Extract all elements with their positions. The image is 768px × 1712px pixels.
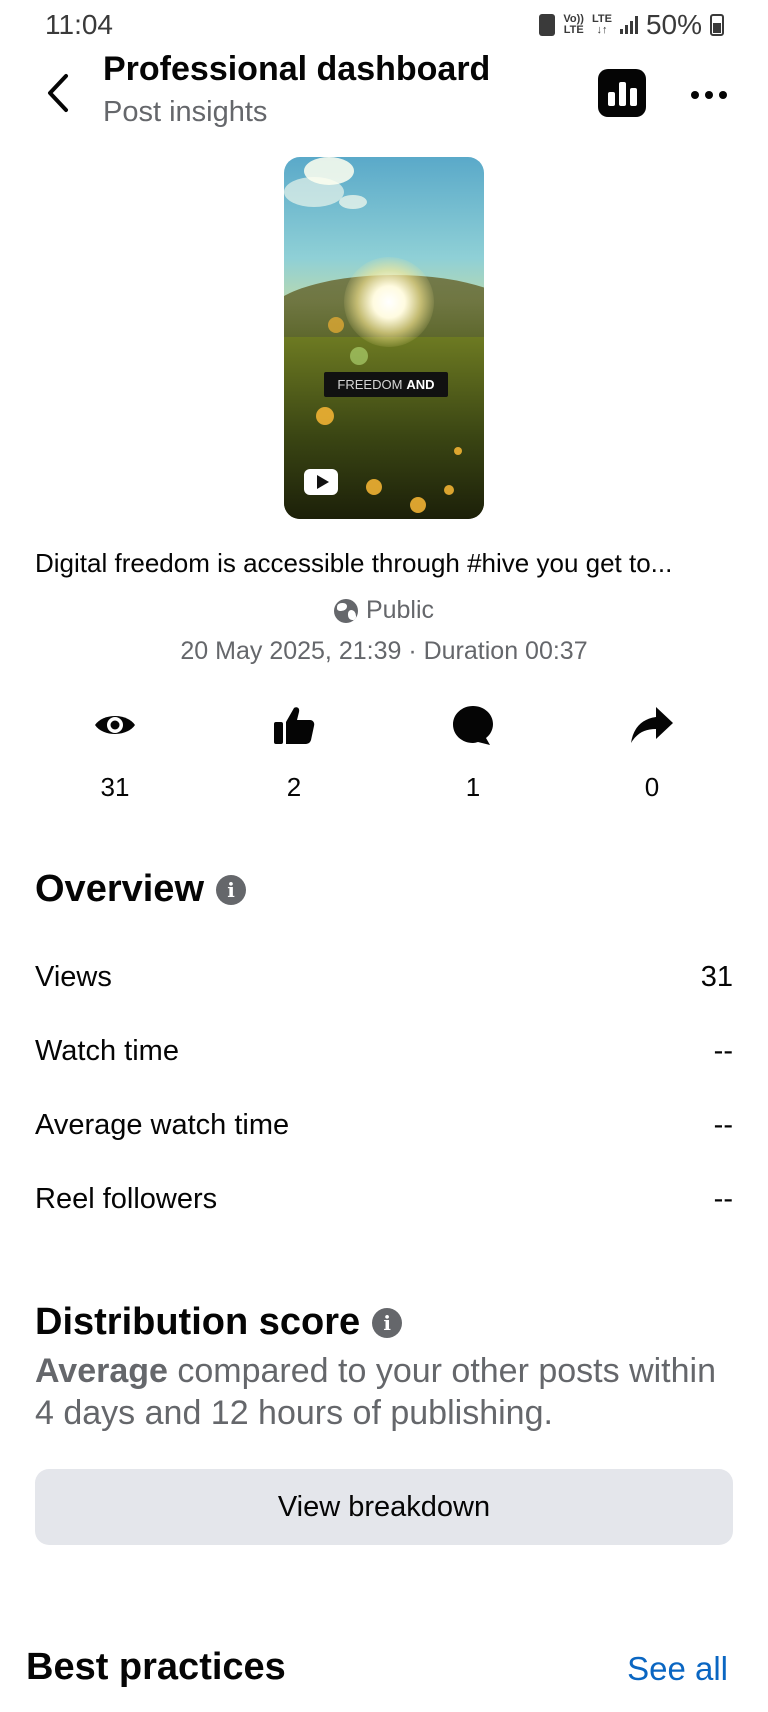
overview-row-average-watch-time: Average watch time -- xyxy=(35,1109,733,1142)
engagement-stats: 31 2 1 0 xyxy=(0,700,768,810)
view-breakdown-button[interactable]: View breakdown xyxy=(35,1469,733,1545)
status-time: 11:04 xyxy=(45,9,113,40)
privacy-indicator: Public xyxy=(0,596,768,625)
volte-indicator: Vo)) LTE xyxy=(563,14,584,36)
share-icon xyxy=(631,707,673,743)
status-indicators: Vo)) LTE LTE ↓↑ 50% xyxy=(539,9,724,41)
overview-value: -- xyxy=(713,1035,733,1067)
post-caption: Digital freedom is accessible through #h… xyxy=(35,548,673,578)
more-options-button[interactable] xyxy=(684,80,734,110)
post-date-duration: 20 May 2025, 21:39 · Duration 00:37 xyxy=(180,637,588,665)
distribution-description: Average compared to your other posts wit… xyxy=(35,1350,735,1434)
stat-shares: 0 xyxy=(592,700,712,803)
lte-arrows-text: ↓↑ xyxy=(596,24,608,36)
page-title: Professional dashboard xyxy=(103,50,491,88)
overview-value: -- xyxy=(713,1183,733,1215)
globe-icon xyxy=(333,598,358,623)
stat-shares-value: 0 xyxy=(644,772,660,802)
stat-comments-value: 1 xyxy=(465,772,481,802)
stat-comments: 1 xyxy=(413,700,533,803)
distribution-heading: Distribution score i xyxy=(35,1301,403,1344)
battery-icon xyxy=(710,14,724,36)
thumbnail-text-overlay: FREEDOM AND xyxy=(324,372,448,397)
see-all-link[interactable]: See all xyxy=(627,1650,728,1688)
info-icon[interactable]: i xyxy=(372,1307,403,1338)
overview-value: -- xyxy=(713,1109,733,1141)
volte-bottom-text: LTE xyxy=(563,24,584,36)
thumbs-up-icon xyxy=(274,707,315,744)
stat-reactions: 2 xyxy=(234,700,354,803)
comment-icon xyxy=(453,706,493,745)
privacy-label: Public xyxy=(365,596,435,624)
best-practices-title: Best practices xyxy=(26,1646,286,1688)
thumbnail-text-part1: FREEDOM xyxy=(337,377,403,392)
overview-label: Watch time xyxy=(35,1035,179,1067)
sim-icon xyxy=(539,14,556,36)
reel-thumbnail[interactable]: FREEDOM AND xyxy=(284,157,484,519)
thumbnail-text-part2: AND xyxy=(406,377,435,392)
back-button[interactable] xyxy=(38,68,78,118)
stat-reactions-value: 2 xyxy=(286,772,302,802)
page-subtitle: Post insights xyxy=(103,96,268,128)
overview-label: Average watch time xyxy=(35,1109,290,1141)
bar-chart-icon xyxy=(607,92,615,106)
status-bar: 11:04 Vo)) LTE LTE ↓↑ 50% xyxy=(0,0,768,50)
distribution-title: Distribution score xyxy=(35,1301,361,1343)
eye-icon xyxy=(95,716,135,734)
info-icon[interactable]: i xyxy=(216,874,246,905)
insights-button[interactable] xyxy=(598,69,646,117)
lte-indicator: LTE ↓↑ xyxy=(592,14,612,36)
reel-play-icon xyxy=(304,469,338,495)
overview-label: Views xyxy=(35,961,112,993)
battery-percent: 50% xyxy=(645,9,702,40)
overview-row-views: Views 31 xyxy=(35,961,733,994)
overview-heading: Overview i xyxy=(35,868,246,911)
overview-row-watch-time: Watch time -- xyxy=(35,1035,733,1068)
overview-value: 31 xyxy=(700,961,733,993)
overview-title: Overview xyxy=(35,868,204,910)
more-dots-icon xyxy=(691,91,699,99)
distribution-score-level: Average xyxy=(35,1352,168,1390)
chevron-left-icon xyxy=(48,74,68,112)
overview-row-reel-followers: Reel followers -- xyxy=(35,1183,733,1216)
stat-views-value: 31 xyxy=(100,772,130,802)
signal-icon xyxy=(619,16,638,34)
overview-label: Reel followers xyxy=(35,1183,218,1215)
stat-views: 31 xyxy=(55,700,175,803)
header: Professional dashboard Post insights xyxy=(0,50,768,140)
